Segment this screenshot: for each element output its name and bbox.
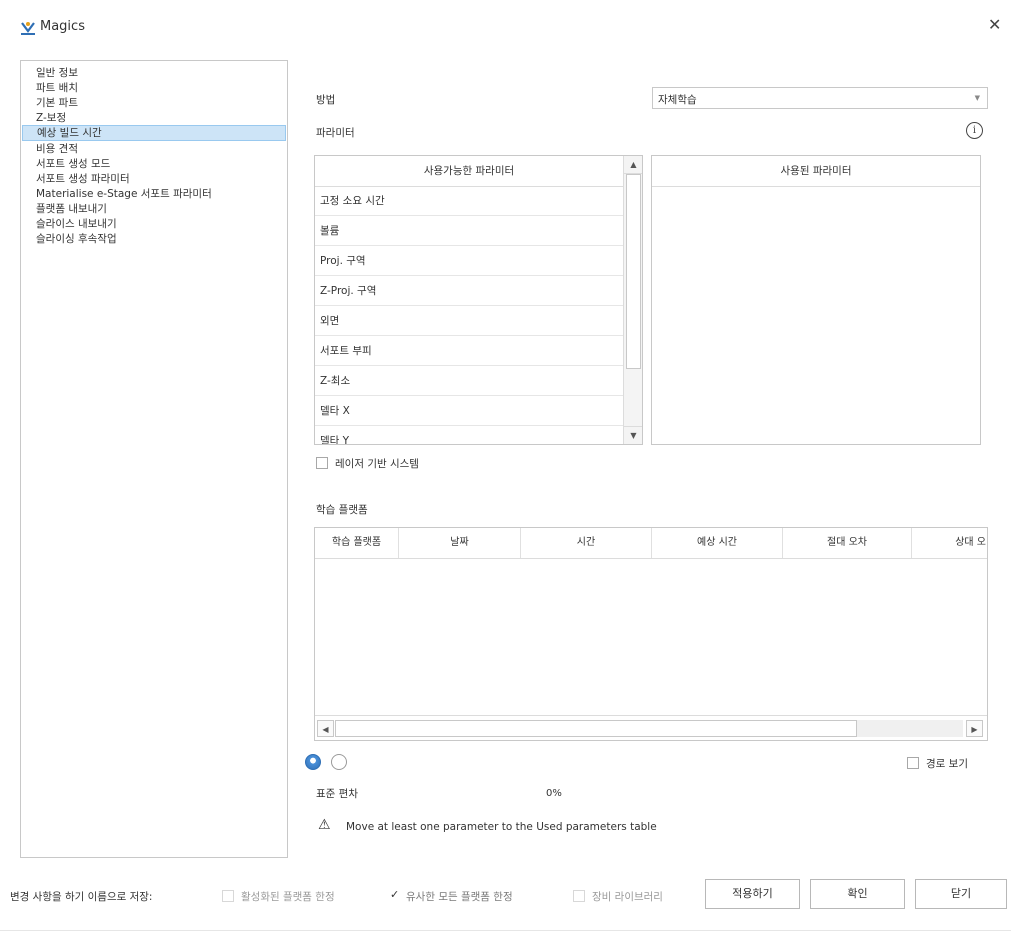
- bottom-divider: [0, 930, 1011, 931]
- window-title: Magics: [40, 19, 85, 34]
- column-header-time[interactable]: 시간: [521, 528, 652, 558]
- nav-item-general[interactable]: 일반 정보: [22, 66, 286, 80]
- nav-item-support-parameters[interactable]: 서포트 생성 파라미터: [22, 172, 286, 186]
- method-dropdown[interactable]: 자체학습 ▼: [652, 87, 988, 109]
- machine-library-checkbox[interactable]: [573, 890, 585, 902]
- column-header-relative-error[interactable]: 상대 오: [912, 528, 987, 558]
- nav-item-part-placement[interactable]: 파트 배치: [22, 81, 286, 95]
- add-platform-icon[interactable]: [305, 754, 321, 770]
- parameters-label: 파라미터: [316, 127, 355, 139]
- column-header-estimated-time[interactable]: 예상 시간: [652, 528, 783, 558]
- remove-platform-icon[interactable]: [331, 754, 347, 770]
- info-icon[interactable]: i: [966, 122, 983, 139]
- available-parameters-table: 사용가능한 파라미터 고정 소요 시간 볼륨 Proj. 구역 Z-Proj. …: [314, 155, 643, 445]
- nav-item-slicing-postprocess[interactable]: 슬라이싱 후속작업: [22, 232, 286, 246]
- column-header-date[interactable]: 날짜: [399, 528, 521, 558]
- parameter-row[interactable]: 외면: [315, 306, 623, 336]
- nav-item-default-part[interactable]: 기본 파트: [22, 96, 286, 110]
- parameter-row[interactable]: 고정 소요 시간: [315, 186, 623, 216]
- close-icon[interactable]: ✕: [988, 16, 1001, 34]
- parameter-row[interactable]: 델타 Y: [315, 426, 623, 444]
- parameter-row[interactable]: 서포트 부피: [315, 336, 623, 366]
- parameter-row[interactable]: Z-최소: [315, 366, 623, 396]
- settings-nav-list: 일반 정보 파트 배치 기본 파트 Z-보정 예상 빌드 시간 비용 견적 서포…: [20, 60, 288, 858]
- method-value: 자체학습: [658, 94, 697, 106]
- laser-system-checkbox[interactable]: [316, 457, 328, 469]
- available-parameters-header: 사용가능한 파라미터: [315, 156, 623, 187]
- machine-library-label: 장비 라이브러리: [592, 891, 663, 903]
- nav-item-support-mode[interactable]: 서포트 생성 모드: [22, 157, 286, 171]
- nav-item-z-compensation[interactable]: Z-보정: [22, 111, 286, 125]
- magics-logo-icon: [21, 22, 35, 35]
- nav-item-cost-estimation[interactable]: 비용 견적: [22, 142, 286, 156]
- std-dev-label: 표준 편차: [316, 788, 358, 800]
- nav-item-e-stage-parameters[interactable]: Materialise e-Stage 서포트 파라미터: [22, 187, 286, 201]
- active-platform-label: 활성화된 플랫폼 한정: [241, 891, 335, 903]
- learning-platforms-label: 학습 플랫폼: [316, 504, 368, 516]
- parameter-row[interactable]: Z-Proj. 구역: [315, 276, 623, 306]
- std-dev-value: 0%: [546, 788, 562, 799]
- nav-item-slice-export[interactable]: 슬라이스 내보내기: [22, 217, 286, 231]
- close-button[interactable]: 닫기: [915, 879, 1007, 909]
- scroll-up-icon[interactable]: ▲: [624, 156, 642, 174]
- similar-platforms-checkbox[interactable]: ✓: [390, 889, 399, 901]
- column-header-absolute-error[interactable]: 절대 오차: [783, 528, 912, 558]
- parameter-row[interactable]: Proj. 구역: [315, 246, 623, 276]
- column-header-platform[interactable]: 학습 플랫폼: [315, 528, 399, 558]
- scroll-down-icon[interactable]: ▼: [624, 426, 642, 444]
- scroll-right-icon[interactable]: ▶: [966, 720, 983, 737]
- title-bar: Magics ✕: [0, 0, 1011, 54]
- scrollbar-thumb[interactable]: [335, 720, 857, 737]
- laser-system-label: 레이저 기반 시스템: [335, 458, 419, 470]
- used-parameters-table[interactable]: 사용된 파라미터: [651, 155, 981, 445]
- scrollbar-thumb[interactable]: [626, 174, 641, 369]
- available-parameters-scrollbar[interactable]: ▲ ▼: [623, 156, 642, 444]
- parameter-row[interactable]: 델타 X: [315, 396, 623, 426]
- learning-table-header: 학습 플랫폼 날짜 시간 예상 시간 절대 오차 상대 오: [315, 528, 987, 559]
- similar-platforms-label: 유사한 모든 플랫폼 한정: [406, 891, 513, 903]
- warning-icon: ⚠: [318, 817, 331, 833]
- learning-platforms-table: 학습 플랫폼 날짜 시간 예상 시간 절대 오차 상대 오 ◀ ▶: [314, 527, 988, 741]
- scroll-left-icon[interactable]: ◀: [317, 720, 334, 737]
- active-platform-checkbox[interactable]: [222, 890, 234, 902]
- path-view-label: 경로 보기: [926, 758, 968, 770]
- nav-item-platform-export[interactable]: 플랫폼 내보내기: [22, 202, 286, 216]
- save-changes-label: 변경 사항을 하기 이름으로 저장:: [10, 891, 153, 903]
- used-parameters-header: 사용된 파라미터: [652, 156, 980, 187]
- chevron-down-icon: ▼: [974, 94, 980, 102]
- nav-item-build-time-estimation[interactable]: 예상 빌드 시간: [22, 125, 286, 141]
- ok-button[interactable]: 확인: [810, 879, 905, 909]
- path-view-checkbox[interactable]: [907, 757, 919, 769]
- warning-message: Move at least one parameter to the Used …: [346, 821, 657, 833]
- method-label: 방법: [316, 94, 336, 106]
- apply-button[interactable]: 적용하기: [705, 879, 800, 909]
- learning-table-hscrollbar[interactable]: ◀ ▶: [315, 715, 987, 740]
- parameter-row[interactable]: 볼륨: [315, 216, 623, 246]
